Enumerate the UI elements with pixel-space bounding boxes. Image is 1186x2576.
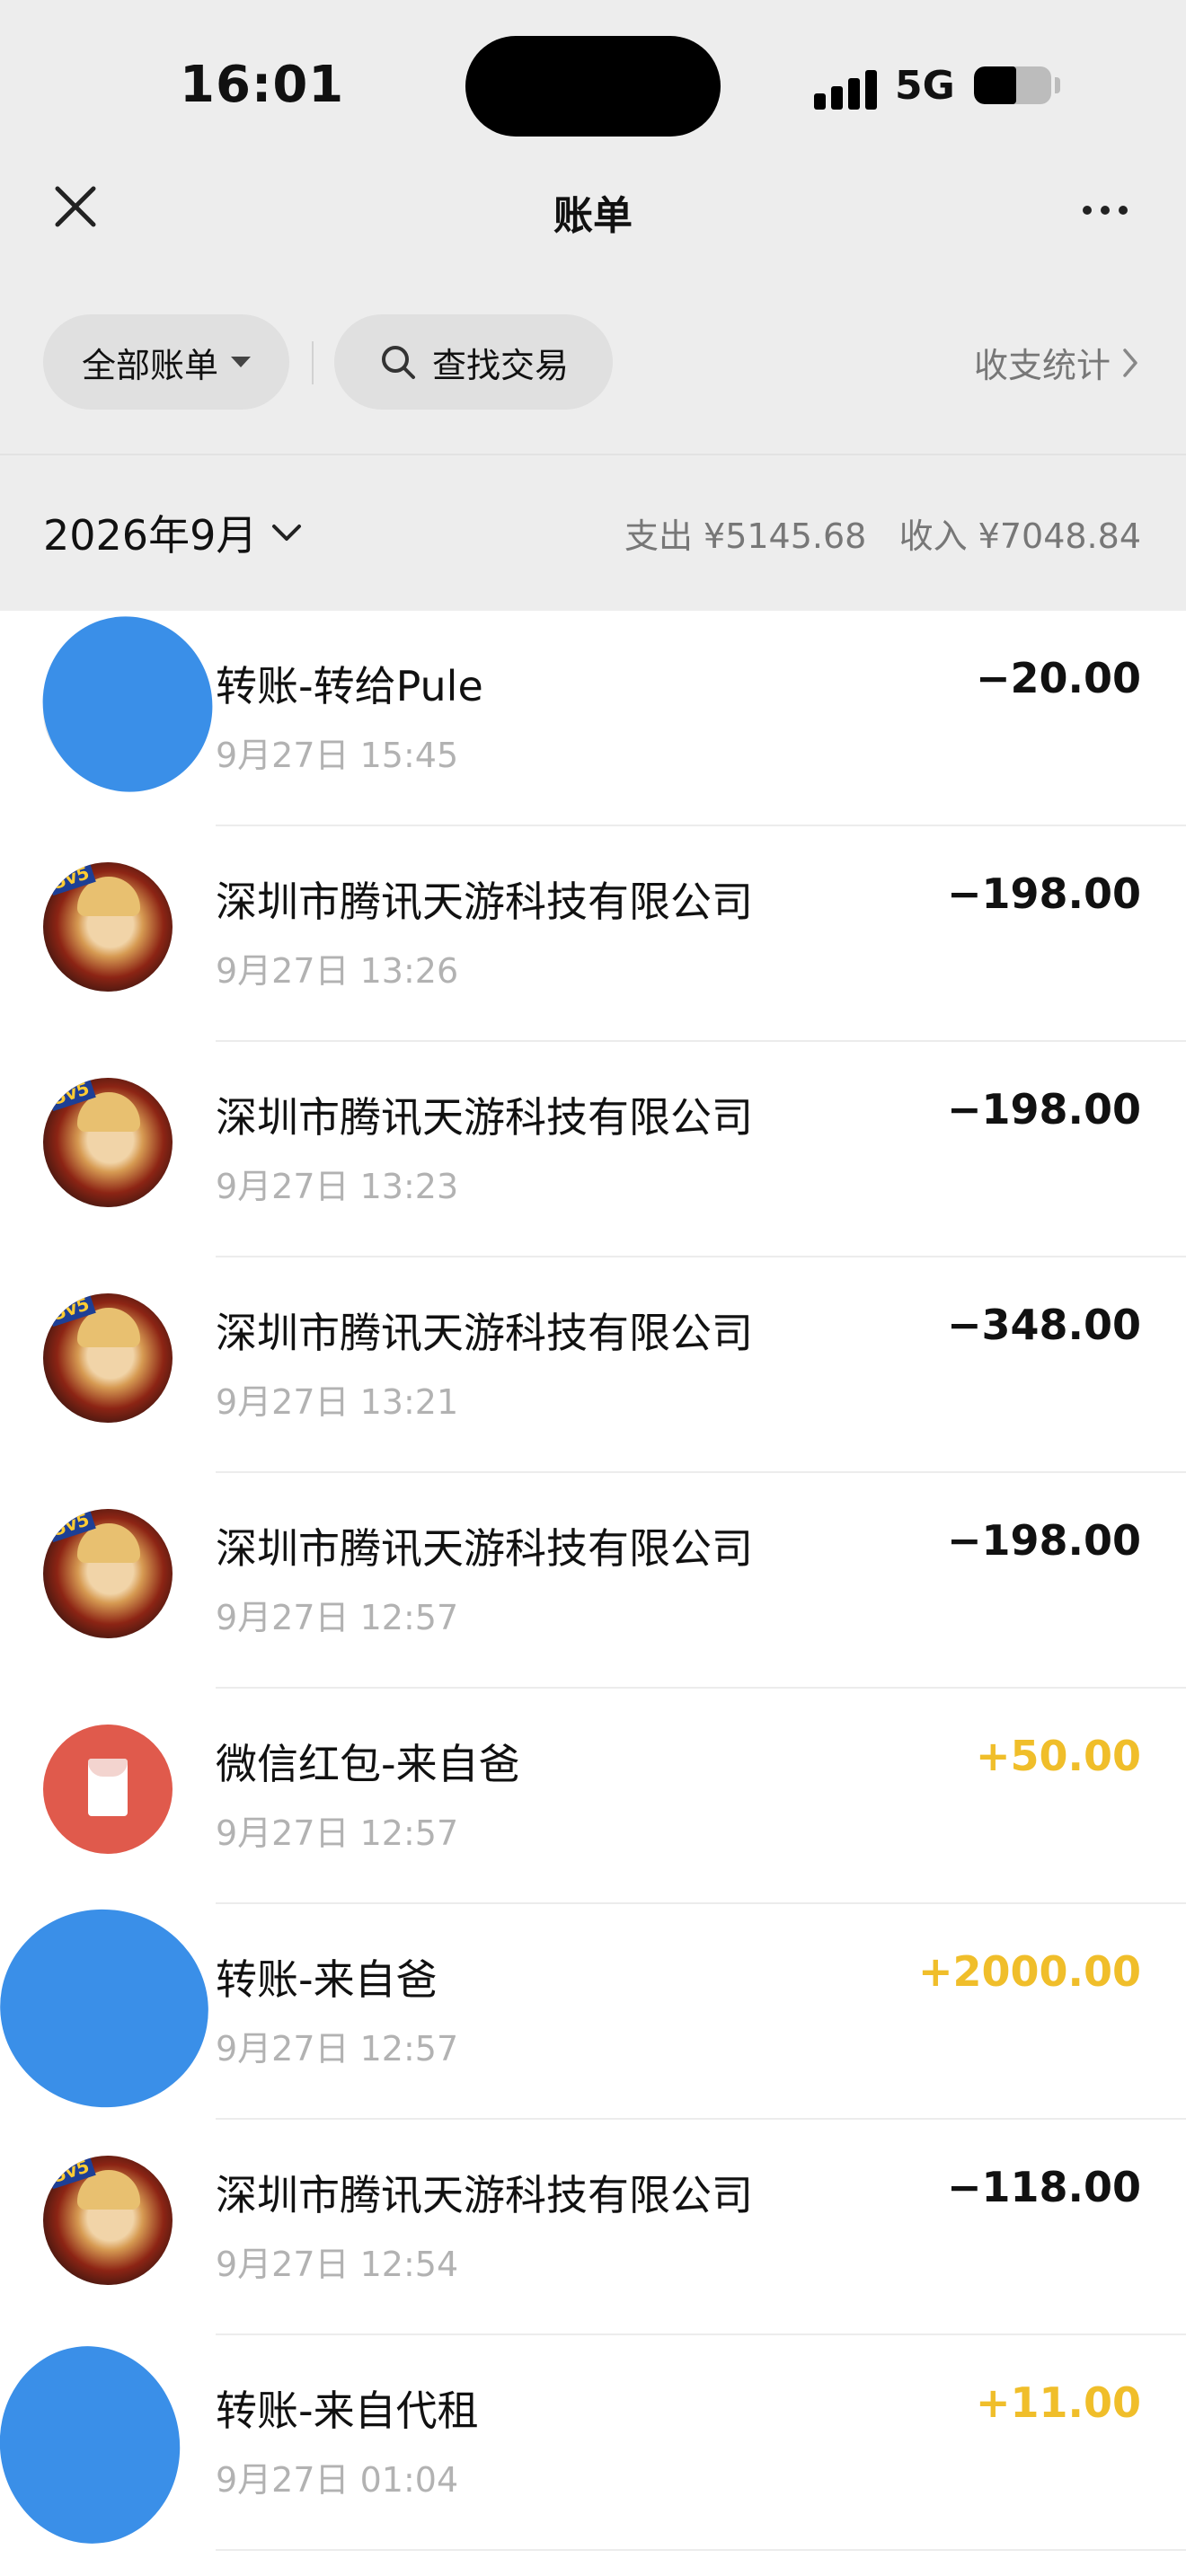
transaction-title: 深圳市腾讯天游科技有限公司 <box>216 1093 753 1142</box>
transaction-time: 9月27日 12:54 <box>216 2245 459 2284</box>
game-avatar-icon: 5v5 <box>43 862 173 992</box>
income-total: 收入 ¥7048.84 <box>898 516 1141 556</box>
redaction-mark <box>0 1892 225 2124</box>
all-bills-label: 全部账单 <box>81 345 218 385</box>
redaction-mark <box>20 594 235 815</box>
dropdown-icon <box>231 357 251 367</box>
transaction-title: 深圳市腾讯天游科技有限公司 <box>216 1524 753 1573</box>
game-avatar-icon: 5v5 <box>43 2156 173 2285</box>
transaction-time: 9月27日 13:23 <box>216 1167 459 1206</box>
row-divider <box>216 2549 1186 2551</box>
transaction-row[interactable]: 转账-来自代租 9月27日 01:04 +11.00 <box>0 2334 1186 2555</box>
battery-icon <box>974 66 1051 104</box>
month-picker[interactable]: 2026年9月 <box>43 503 302 562</box>
transaction-time: 9月27日 13:21 <box>216 1382 459 1422</box>
filter-divider <box>312 341 314 384</box>
more-button[interactable] <box>1069 192 1141 228</box>
header-divider <box>0 454 1186 455</box>
red-packet-icon <box>43 1725 173 1854</box>
transaction-time: 9月27日 12:57 <box>216 2029 459 2069</box>
chevron-down-icon <box>272 525 302 541</box>
search-label: 查找交易 <box>431 345 569 385</box>
transaction-row[interactable]: 转账-转给Pule 9月27日 15:45 −20.00 <box>0 594 1186 826</box>
transaction-amount: −198.00 <box>946 1085 1141 1134</box>
transaction-row[interactable]: 5v5 深圳市腾讯天游科技有限公司 9月27日 13:26 −198.00 <box>0 826 1186 1042</box>
game-avatar-icon: 5v5 <box>43 1509 173 1638</box>
stats-link[interactable]: 收支统计 <box>974 338 1139 387</box>
network-label: 5G <box>895 63 955 109</box>
transaction-amount: −118.00 <box>946 2163 1141 2211</box>
transaction-amount: −198.00 <box>946 1516 1141 1565</box>
page-title: 账单 <box>553 193 633 239</box>
all-bills-filter[interactable]: 全部账单 <box>43 314 289 410</box>
transaction-title: 深圳市腾讯天游科技有限公司 <box>216 878 753 926</box>
transaction-title: 微信红包-来自爸 <box>216 1740 520 1788</box>
month-label: 2026年9月 <box>43 511 258 560</box>
stats-label: 收支统计 <box>973 346 1111 385</box>
transaction-time: 9月27日 15:45 <box>216 736 459 775</box>
transaction-time: 9月27日 13:26 <box>216 951 459 991</box>
month-summary: 支出 ¥5145.68 收入 ¥7048.84 <box>624 508 1141 558</box>
more-icon <box>1083 206 1092 215</box>
transaction-row[interactable]: 5v5 深圳市腾讯天游科技有限公司 9月27日 13:21 −348.00 <box>0 1257 1186 1473</box>
battery-cap <box>1055 77 1060 93</box>
transaction-title: 转账-来自代租 <box>216 2386 479 2435</box>
transaction-title: 转账-来自爸 <box>216 1955 438 2004</box>
game-avatar-icon: 5v5 <box>43 1293 173 1423</box>
game-avatar-icon: 5v5 <box>43 1078 173 1207</box>
transaction-title: 深圳市腾讯天游科技有限公司 <box>216 1309 753 1357</box>
transaction-amount: +11.00 <box>975 2378 1141 2427</box>
expense-total: 支出 ¥5145.68 <box>624 516 867 556</box>
transaction-row[interactable]: 5v5 深圳市腾讯天游科技有限公司 9月27日 13:23 −198.00 <box>0 1042 1186 1257</box>
transaction-time: 9月27日 12:57 <box>216 1598 459 1637</box>
dynamic-island <box>465 36 721 137</box>
transaction-amount: −348.00 <box>946 1301 1141 1349</box>
transaction-row[interactable]: 微信红包-来自爸 9月27日 12:57 +50.00 <box>0 1689 1186 1904</box>
transaction-time: 9月27日 12:57 <box>216 1813 459 1853</box>
transaction-amount: −20.00 <box>975 654 1141 702</box>
transaction-row[interactable]: 5v5 深圳市腾讯天游科技有限公司 9月27日 12:57 −198.00 <box>0 1473 1186 1689</box>
transaction-title: 转账-转给Pule <box>216 662 483 710</box>
transaction-title: 深圳市腾讯天游科技有限公司 <box>216 2171 753 2219</box>
transaction-time: 9月27日 01:04 <box>216 2460 459 2500</box>
search-button[interactable]: 查找交易 <box>334 314 613 410</box>
signal-icon <box>814 70 879 110</box>
chevron-right-icon <box>1123 348 1137 377</box>
transaction-amount: +2000.00 <box>917 1947 1141 1996</box>
transaction-amount: −198.00 <box>946 869 1141 918</box>
status-time: 16:01 <box>180 56 345 114</box>
transaction-amount: +50.00 <box>975 1732 1141 1780</box>
redaction-mark <box>0 2334 193 2555</box>
transaction-row[interactable]: 5v5 深圳市腾讯天游科技有限公司 9月27日 12:54 −118.00 <box>0 2120 1186 2335</box>
search-icon <box>381 346 415 379</box>
transaction-row[interactable]: 转账-来自爸 9月27日 12:57 +2000.00 <box>0 1892 1186 2124</box>
